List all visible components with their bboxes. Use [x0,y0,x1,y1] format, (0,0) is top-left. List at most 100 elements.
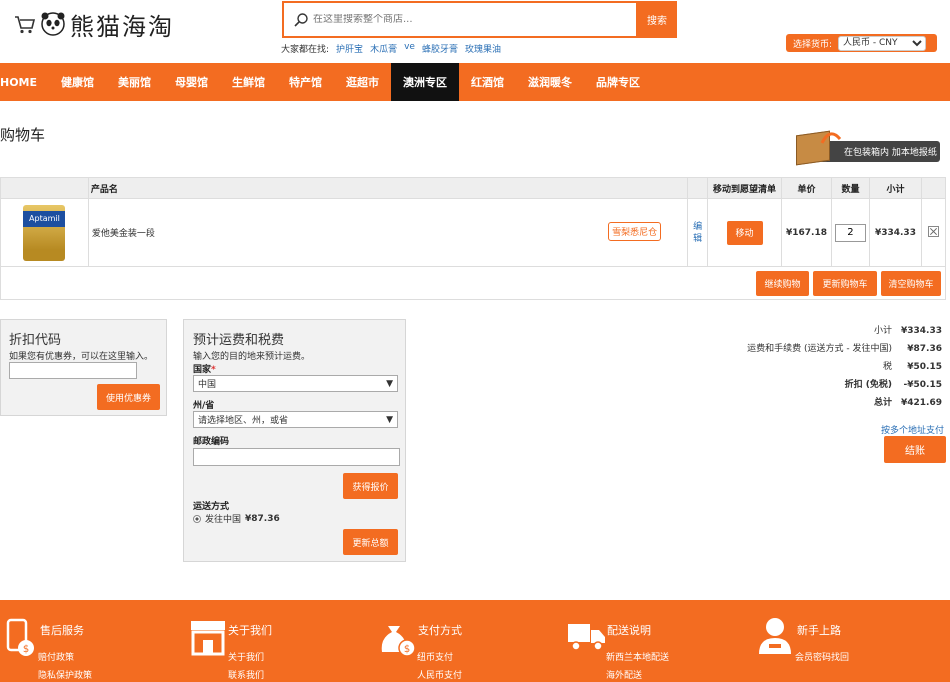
footer-title: 关于我们 [228,624,272,637]
apply-coupon-button[interactable]: 使用优惠券 [97,384,160,410]
edit-link[interactable]: 编辑 [693,221,703,245]
truck-icon [568,624,605,651]
update-cart-button[interactable]: 更新购物车 [813,271,877,296]
country-select[interactable]: 中国 ▼ [193,375,398,392]
footer-link[interactable]: 关于我们 [228,650,264,663]
shipping-method-name: 发往中国 [205,515,242,525]
hot-link[interactable]: 护肝宝 [336,42,363,55]
phone-icon: $ [6,618,34,656]
get-quote-button[interactable]: 获得报价 [343,473,398,499]
money-bag-icon: $ [381,626,416,657]
totals-label: 小计 [873,326,892,336]
nav-item[interactable]: 澳洲专区 [391,63,460,101]
product-name-link[interactable]: 爱他美金装一段 [92,229,155,239]
footer-link[interactable]: 隐私保护政策 [38,668,92,681]
country-value: 中国 [198,380,217,390]
product-image-cell: Aptamil [0,198,89,267]
move-to-wishlist-button[interactable]: 移动 [726,220,763,245]
footer-link[interactable]: 人民币支付 [417,668,462,681]
cart-table: 产品名 移动到愿望清单 单价 数量 小计 Aptamil 爱他美金装一段 雪梨悉… [0,177,947,267]
search-icon [294,12,308,27]
warehouse-badge: 雪梨悉尼仓 [608,222,662,241]
nav-item[interactable]: 红酒馆 [459,63,516,101]
row-subtotal: ¥334.33 [868,198,922,267]
promo-banner[interactable]: 在包装箱内 加本地报纸 [794,127,940,167]
state-select[interactable]: 请选择地区、州，或省 ▼ [193,411,398,428]
search-button[interactable]: 搜索 [637,1,677,38]
nav-item[interactable]: 特产馆 [277,63,334,101]
store-icon [191,621,225,656]
totals-value: ¥421.69 [901,398,942,408]
hot-link[interactable]: 玫瑰果油 [465,42,501,55]
radio-icon [193,514,201,523]
totals-value: ¥87.36 [907,344,942,354]
unit-price: ¥167.18 [781,198,832,267]
clear-cart-button[interactable]: 清空购物车 [881,271,941,296]
shopping-cart-icon [15,16,36,34]
product-image[interactable]: Aptamil [23,204,66,261]
footer: $ 售后服务 赔付政策 隐私保护政策 关于我们 关于我们 联系我们 $ 支付方式… [0,600,950,682]
totals-label: 总计 [873,398,892,408]
footer-col-payment: $ 支付方式 纽币支付 人民币支付 [376,600,556,682]
user-icon [759,618,791,654]
shipping-method-price: ¥87.36 [245,513,280,524]
logo-text: 熊猫海淘 [70,12,174,41]
nav-item[interactable]: HOME [0,63,49,101]
hot-searches: 大家都在找: 护肝宝 木瓜膏 ve 蜂胶牙膏 玫瑰果油 [281,42,501,55]
coupon-input[interactable] [9,362,137,379]
main-nav: HOME 健康馆 美丽馆 母婴馆 生鲜馆 特产馆 逛超市 澳洲专区 红酒馆 滋润暖冬 品牌专区 [0,63,950,101]
discount-title: 折扣代码 [9,333,62,348]
search-box [282,1,638,38]
footer-title: 售后服务 [40,624,84,637]
nav-item[interactable]: 滋润暖冬 [516,63,584,101]
discount-panel: 折扣代码 如果您有优惠券，可以在这里输入。 使用优惠券 [0,319,167,416]
product-image-brand: Aptamil [23,210,66,227]
qty-input[interactable] [834,223,866,242]
country-label: 国家* [193,365,216,375]
remove-icon[interactable] [927,225,939,237]
col-edit [687,177,709,199]
svg-text:$: $ [23,644,29,655]
totals-row: 总计 ¥421.69 [747,394,942,412]
footer-link[interactable]: 赔付政策 [38,650,74,663]
zip-input[interactable] [193,448,400,466]
shipping-method-option[interactable]: 发往中国 ¥87.36 [193,512,280,525]
footer-col-newbie: 新手上路 会员密码找回 [755,600,945,682]
currency-switcher: 选择货币: 人民币 - CNY [786,34,937,52]
chevron-down-icon: ▼ [386,378,393,389]
footer-link[interactable]: 新西兰本地配送 [606,650,669,663]
state-value: 请选择地区、州，或省 [198,416,289,426]
footer-link[interactable]: 联系我们 [228,668,264,681]
hot-link[interactable]: 木瓜膏 [370,42,397,55]
footer-link[interactable]: 纽币支付 [417,650,453,663]
checkout-button[interactable]: 结账 [884,436,946,463]
cart-header-row: 产品名 移动到愿望清单 单价 数量 小计 [0,177,947,199]
col-price: 单价 [781,177,832,199]
footer-link[interactable]: 海外配送 [606,668,642,681]
footer-link[interactable]: 会员密码找回 [795,650,849,663]
panda-icon [41,12,65,36]
update-total-button[interactable]: 更新总额 [343,529,398,555]
col-qty: 数量 [831,177,870,199]
nav-item[interactable]: 美丽馆 [106,63,163,101]
col-product: 产品名 [87,177,689,199]
svg-text:$: $ [404,644,410,655]
totals-row: 税 ¥50.15 [747,358,942,376]
hot-link[interactable]: ve [404,42,415,55]
col-subtotal: 小计 [868,177,922,199]
shipping-method-label: 运送方式 [193,502,230,512]
currency-select[interactable]: 人民币 - CNY [838,35,927,51]
nav-item[interactable]: 逛超市 [334,63,391,101]
col-remove [920,177,947,199]
logo[interactable]: 熊猫海淘 [14,4,184,44]
remove-cell [920,198,947,267]
nav-item[interactable]: 生鲜馆 [220,63,277,101]
search-input[interactable] [309,14,636,25]
footer-col-delivery: 配送说明 新西兰本地配送 海外配送 [565,600,745,682]
hot-link[interactable]: 蜂胶牙膏 [422,42,458,55]
nav-item[interactable]: 健康馆 [49,63,106,101]
nav-item[interactable]: 母婴馆 [163,63,220,101]
nav-item[interactable]: 品牌专区 [584,63,652,101]
continue-shopping-button[interactable]: 继续购物 [756,271,809,296]
multi-address-link[interactable]: 按多个地址支付 [881,423,944,436]
